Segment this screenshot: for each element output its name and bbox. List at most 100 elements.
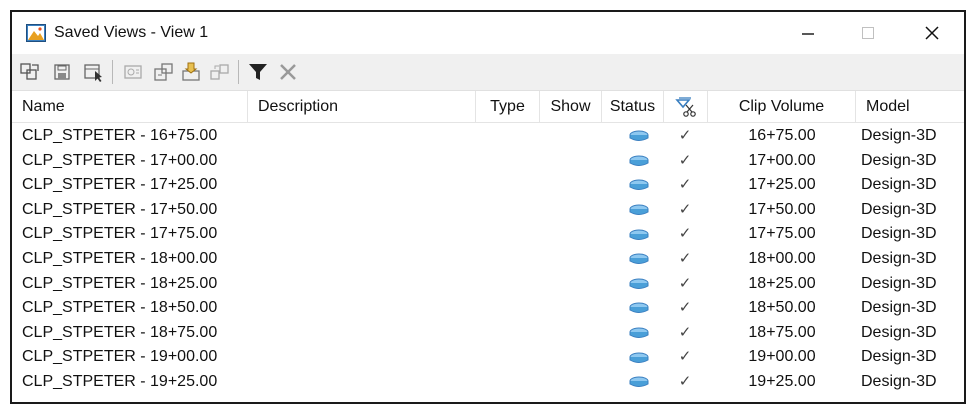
table-row[interactable]: CLP_STPETER - 18+50.00 ✓ 18+50.00 Design…: [12, 296, 964, 321]
row-model: Design-3D: [861, 200, 937, 218]
table-row[interactable]: CLP_STPETER - 18+25.00 ✓ 18+25.00 Design…: [12, 272, 964, 297]
row-name: CLP_STPETER - 18+75.00: [22, 323, 218, 341]
row-name: CLP_STPETER - 17+25.00: [22, 176, 218, 194]
row-model: Design-3D: [861, 127, 937, 144]
checkmark-icon: ✓: [678, 127, 692, 144]
status-icon: [624, 321, 654, 346]
title-bar[interactable]: Saved Views - View 1: [12, 12, 964, 54]
row-name: CLP_STPETER - 19+25.00: [22, 373, 218, 390]
column-header-name[interactable]: Name: [12, 91, 248, 122]
close-icon: [925, 26, 939, 40]
column-header: Name Description Type Show Status Clip V…: [12, 91, 964, 123]
view-properties-button[interactable]: [122, 60, 146, 84]
apply-view-icon: [20, 63, 39, 80]
row-clip-volume: 18+75.00: [748, 323, 816, 341]
row-clip-volume: 19+00.00: [748, 348, 816, 366]
row-clip-volume: 18+00.00: [748, 250, 816, 267]
column-header-status[interactable]: Status: [602, 91, 664, 122]
delete-button[interactable]: [276, 60, 300, 84]
status-icon: [624, 198, 654, 223]
status-icon: [624, 296, 654, 321]
row-name: CLP_STPETER - 17+75.00: [22, 225, 218, 243]
clip-icon: [674, 97, 696, 117]
row-name: CLP_STPETER - 16+75.00: [22, 127, 218, 144]
row-clip-volume: 18+25.00: [748, 274, 816, 292]
status-icon: [624, 124, 654, 149]
row-name: CLP_STPETER - 18+50.00: [22, 299, 218, 317]
saved-views-window: Saved Views - View 1 Name Description Ty…: [10, 10, 966, 404]
app-icon: [26, 24, 46, 42]
row-clip-volume: 19+25.00: [748, 373, 816, 390]
toolbar: [12, 54, 964, 91]
update-button[interactable]: [208, 60, 232, 84]
row-model: Design-3D: [861, 176, 937, 194]
row-clip-volume: 17+50.00: [748, 200, 816, 218]
delete-icon: [280, 64, 296, 80]
checkmark-icon: ✓: [678, 274, 692, 292]
checkmark-icon: ✓: [678, 250, 692, 267]
column-header-type[interactable]: Type: [476, 91, 540, 122]
maximize-button[interactable]: [848, 18, 888, 48]
toolbar-separator: [112, 60, 113, 84]
filter-button[interactable]: [246, 60, 270, 84]
checkmark-icon: ✓: [678, 176, 692, 194]
row-name: CLP_STPETER - 19+00.00: [22, 348, 218, 366]
column-header-description[interactable]: Description: [248, 91, 476, 122]
status-icon: [624, 173, 654, 198]
toolbar-separator: [238, 60, 239, 84]
save-view-button[interactable]: [52, 60, 76, 84]
checkmark-icon: ✓: [678, 200, 692, 218]
filter-icon: [249, 64, 267, 80]
checkmark-icon: ✓: [678, 299, 692, 317]
table-row[interactable]: CLP_STPETER - 17+75.00 ✓ 17+75.00 Design…: [12, 222, 964, 247]
minimize-icon: [802, 33, 814, 35]
checkmark-icon: ✓: [678, 373, 692, 390]
row-model: Design-3D: [861, 323, 937, 341]
row-model: Design-3D: [861, 348, 937, 366]
row-model: Design-3D: [861, 274, 937, 292]
table-row[interactable]: CLP_STPETER - 17+50.00 ✓ 17+50.00 Design…: [12, 198, 964, 223]
status-icon: [624, 247, 654, 272]
row-clip-volume: 18+50.00: [748, 299, 816, 317]
table-row[interactable]: CLP_STPETER - 16+75.00 ✓ 16+75.00 Design…: [12, 124, 964, 149]
table-row[interactable]: CLP_STPETER - 17+00.00 ✓ 17+00.00 Design…: [12, 149, 964, 174]
row-clip-volume: 17+00.00: [748, 151, 816, 169]
table-row[interactable]: CLP_STPETER - 19+00.00 ✓ 19+00.00 Design…: [12, 345, 964, 370]
row-model: Design-3D: [861, 225, 937, 243]
column-header-clip[interactable]: [664, 91, 708, 122]
row-name: CLP_STPETER - 18+00.00: [22, 250, 218, 267]
table-row[interactable]: CLP_STPETER - 18+00.00 ✓ 18+00.00 Design…: [12, 247, 964, 272]
row-model: Design-3D: [861, 151, 937, 169]
update-icon: [210, 64, 229, 80]
maximize-icon: [862, 27, 874, 39]
status-icon: [624, 345, 654, 370]
window-title: Saved Views - View 1: [54, 24, 209, 41]
import-icon: [182, 62, 200, 81]
export-icon: [154, 63, 173, 81]
column-header-show[interactable]: Show: [540, 91, 602, 122]
select-view-icon: [84, 64, 102, 82]
checkmark-icon: ✓: [678, 323, 692, 341]
table-row[interactable]: CLP_STPETER - 18+75.00 ✓ 18+75.00 Design…: [12, 321, 964, 346]
status-icon: [624, 272, 654, 297]
table-row[interactable]: CLP_STPETER - 19+25.00 ✓ 19+25.00 Design…: [12, 370, 964, 395]
export-button[interactable]: [152, 60, 176, 84]
close-button[interactable]: [912, 18, 952, 48]
status-icon: [624, 222, 654, 247]
apply-view-button[interactable]: [18, 60, 42, 84]
checkmark-icon: ✓: [678, 225, 692, 243]
column-header-clip-volume[interactable]: Clip Volume: [708, 91, 856, 122]
import-button[interactable]: [180, 60, 204, 84]
column-header-model[interactable]: Model: [856, 91, 964, 122]
checkmark-icon: ✓: [678, 348, 692, 366]
row-model: Design-3D: [861, 299, 937, 317]
row-clip-volume: 17+25.00: [748, 176, 816, 194]
status-icon: [624, 370, 654, 395]
select-view-button[interactable]: [82, 60, 106, 84]
row-name: CLP_STPETER - 17+00.00: [22, 151, 218, 169]
row-model: Design-3D: [861, 250, 937, 267]
status-icon: [624, 149, 654, 174]
table-row[interactable]: CLP_STPETER - 17+25.00 ✓ 17+25.00 Design…: [12, 173, 964, 198]
row-name: CLP_STPETER - 18+25.00: [22, 274, 218, 292]
minimize-button[interactable]: [788, 18, 828, 48]
